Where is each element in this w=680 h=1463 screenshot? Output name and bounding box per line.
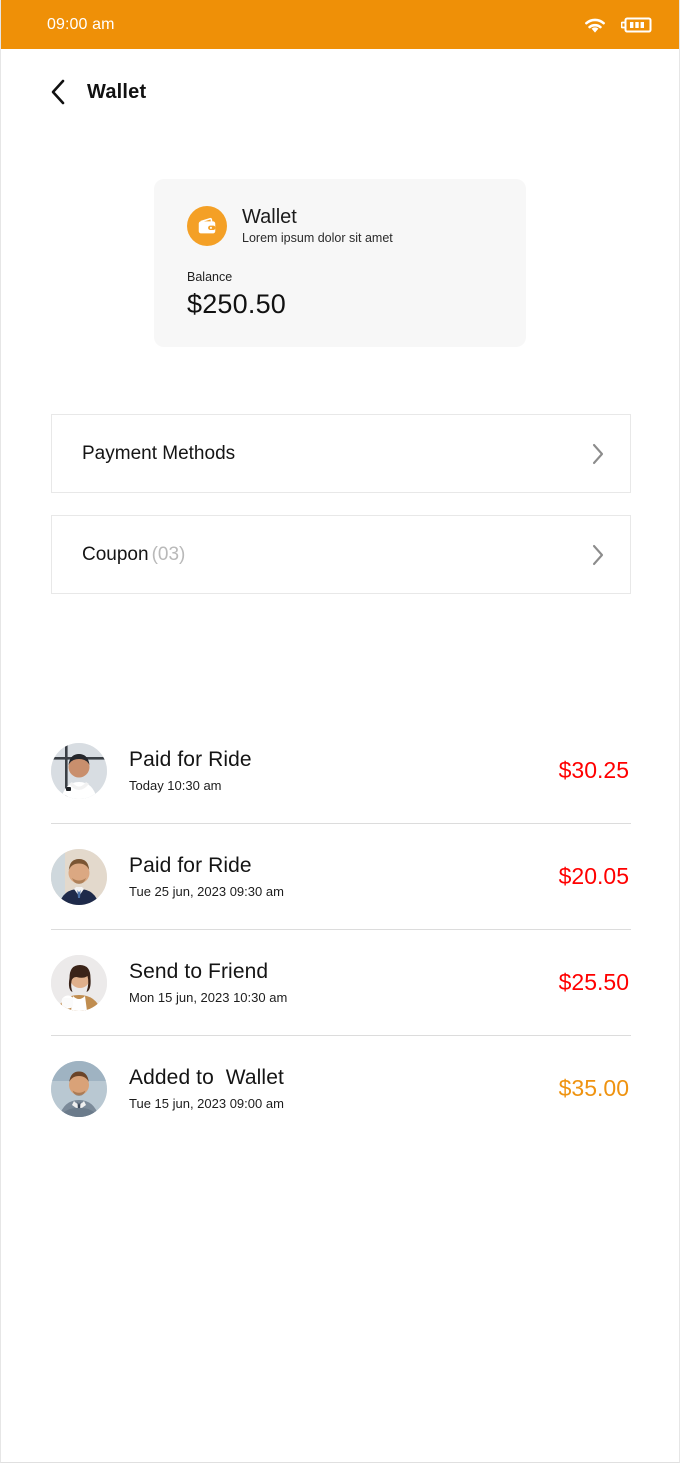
wallet-balance-card: Wallet Lorem ipsum dolor sit amet Balanc… [154,179,526,347]
transaction-date: Tue 25 jun, 2023 09:30 am [129,884,284,899]
wallet-icon [187,206,227,246]
wallet-card-titles: Wallet Lorem ipsum dolor sit amet [242,206,393,246]
page-title: Wallet [87,80,147,103]
transaction-amount: $20.05 [558,863,629,889]
table-row[interactable]: Paid for Ride Tue 25 jun, 2023 09:30 am … [51,824,631,929]
transaction-info: Paid for Ride Today 10:30 am [107,748,559,793]
chevron-left-icon [51,79,65,105]
transaction-date: Tue 15 jun, 2023 09:00 am [129,1096,284,1111]
chevron-right-icon [591,442,606,466]
balance-label: Balance [187,270,233,284]
status-icons [583,16,653,34]
menu-item-payment-methods[interactable]: Payment Methods [51,414,631,493]
status-bar: 09:00 am [1,0,679,49]
transaction-list: Paid for Ride Today 10:30 am $30.25 Paid… [51,718,631,1141]
wallet-subtitle: Lorem ipsum dolor sit amet [242,231,393,245]
transaction-title: Added to Wallet [129,1066,284,1089]
avatar [51,848,107,905]
menu-item-coupon[interactable]: Coupon (03) [51,515,631,594]
transaction-title: Paid for Ride [129,748,252,771]
avatar [51,1060,107,1117]
coupon-count: (03) [151,543,186,565]
app-bar: Wallet [1,61,679,123]
wifi-icon [583,16,607,34]
menu-item-text: Payment Methods [82,442,236,464]
table-row[interactable]: Added to Wallet Tue 15 jun, 2023 09:00 a… [51,1036,631,1141]
balance-value: $250.50 [187,289,286,319]
wallet-name: Wallet [242,206,297,228]
transaction-title: Send to Friend [129,960,269,983]
transaction-title: Paid for Ride [129,854,252,877]
transaction-info: Paid for Ride Tue 25 jun, 2023 09:30 am [107,854,559,899]
back-button[interactable] [45,77,71,107]
transaction-info: Added to Wallet Tue 15 jun, 2023 09:00 a… [107,1066,559,1111]
transaction-date: Mon 15 jun, 2023 10:30 am [129,990,288,1005]
transaction-amount: $30.25 [558,757,629,783]
transaction-amount: $35.00 [558,1075,629,1101]
transaction-date: Today 10:30 am [129,778,222,793]
transaction-amount: $25.50 [558,969,629,995]
avatar [51,742,107,799]
chevron-right-icon [591,543,606,567]
transaction-info: Send to Friend Mon 15 jun, 2023 10:30 am [107,960,559,1005]
battery-icon [621,16,653,34]
table-row[interactable]: Send to Friend Mon 15 jun, 2023 10:30 am… [51,930,631,1035]
status-time: 09:00 am [47,15,115,33]
table-row[interactable]: Paid for Ride Today 10:30 am $30.25 [51,718,631,823]
menu-item-text: Coupon [82,543,149,565]
menu-item-label: Coupon (03) [82,544,185,566]
wallet-card-header: Wallet Lorem ipsum dolor sit amet [187,206,526,246]
menu-list: Payment Methods Coupon (03) [51,414,631,594]
menu-item-label: Payment Methods [82,443,235,465]
avatar [51,954,107,1011]
wallet-screen: 09:00 am Wallet Wallet Lorem ipsum dolor… [0,0,680,1463]
